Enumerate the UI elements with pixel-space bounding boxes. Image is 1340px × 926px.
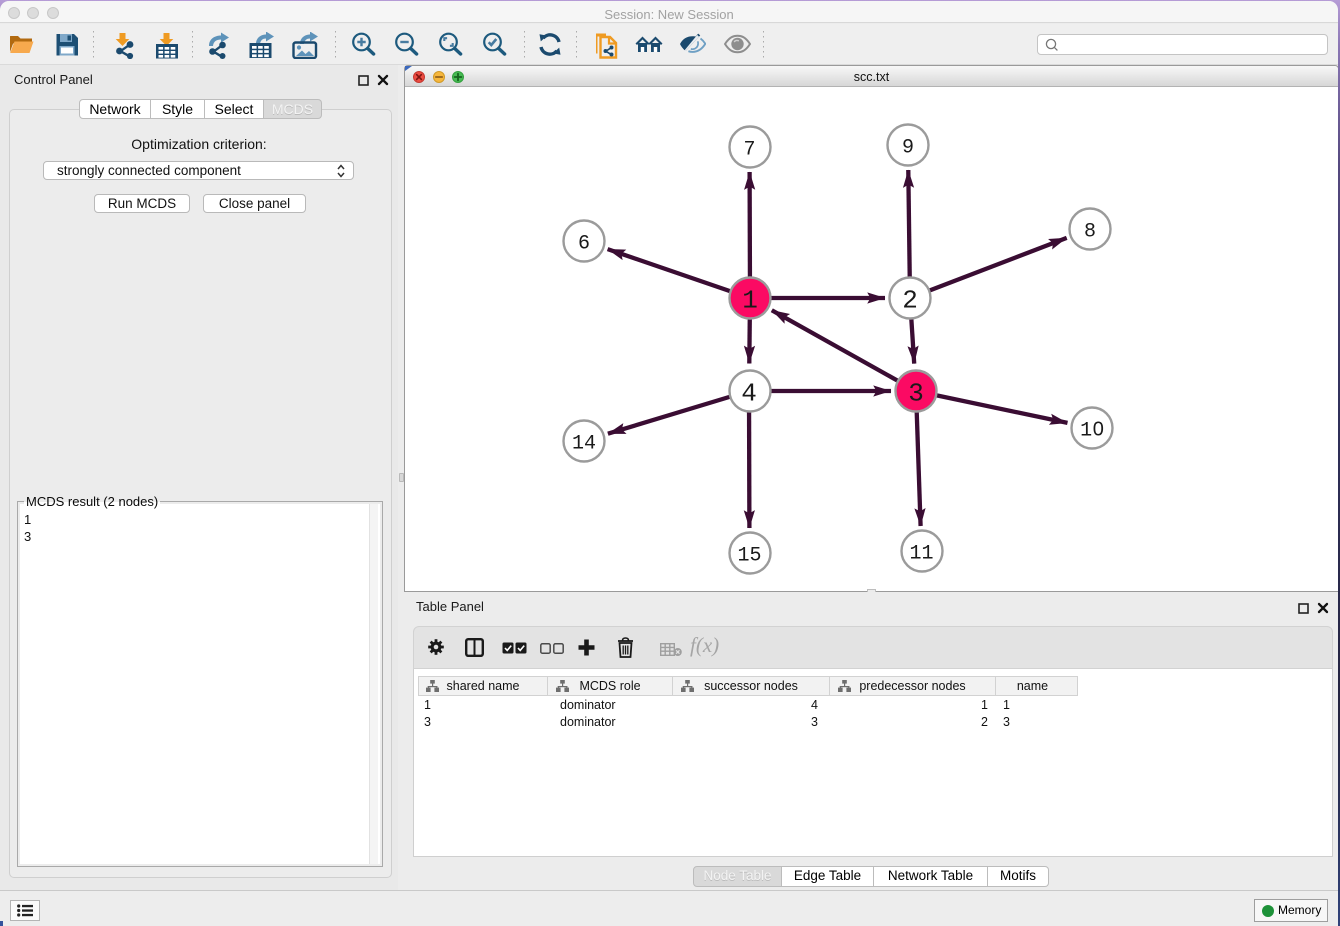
svg-text:1: 1 [742,285,758,315]
svg-text:7: 7 [743,138,755,161]
svg-text:15: 15 [737,544,761,567]
svg-text:8: 8 [1084,220,1096,243]
svg-text:10: 10 [1080,418,1104,442]
svg-text:14: 14 [572,432,596,455]
svg-text:4: 4 [741,378,757,408]
svg-text:9: 9 [902,136,914,159]
svg-text:11: 11 [909,542,933,565]
svg-text:2: 2 [902,285,918,315]
svg-text:3: 3 [908,378,924,408]
svg-text:6: 6 [578,232,590,255]
